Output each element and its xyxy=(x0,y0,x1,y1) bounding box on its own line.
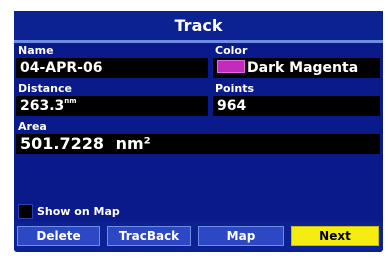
area-label: Area xyxy=(18,120,47,133)
track-dialog: Track Name 04-APR-06 Color Dark Magenta … xyxy=(14,11,383,252)
map-button[interactable]: Map xyxy=(198,226,284,246)
name-field[interactable]: 04-APR-06 xyxy=(16,58,208,78)
area-field[interactable]: 501.7228 nm² xyxy=(16,134,380,154)
delete-button[interactable]: Delete xyxy=(17,226,100,246)
area-unit: nm² xyxy=(115,134,151,153)
next-button-label: Next xyxy=(319,229,351,243)
color-swatch-icon xyxy=(217,60,245,73)
next-button[interactable]: Next xyxy=(291,226,379,246)
name-label: Name xyxy=(18,44,54,57)
points-field: 964 xyxy=(213,96,380,116)
points-label: Points xyxy=(215,82,255,95)
map-button-label: Map xyxy=(226,229,256,243)
show-on-map-label: Show on Map xyxy=(37,205,120,218)
trackback-button-label: TracBack xyxy=(118,229,180,243)
name-value: 04-APR-06 xyxy=(20,60,103,76)
trackback-button[interactable]: TracBack xyxy=(107,226,191,246)
distance-unit: nm xyxy=(64,97,77,105)
points-value: 964 xyxy=(217,98,247,114)
distance-label: Distance xyxy=(18,82,72,95)
color-field[interactable]: Dark Magenta xyxy=(213,58,380,78)
track-info-panel: Name 04-APR-06 Color Dark Magenta Distan… xyxy=(14,43,383,221)
delete-button-label: Delete xyxy=(36,229,81,243)
show-on-map-checkbox[interactable] xyxy=(18,204,33,219)
color-value: Dark Magenta xyxy=(247,60,359,76)
page-title: Track xyxy=(174,16,223,35)
distance-value: 263.3 xyxy=(20,98,65,114)
distance-field: 263.3nm xyxy=(16,96,208,116)
button-bar: Delete TracBack Map Next xyxy=(14,223,383,250)
area-value: 501.7228 xyxy=(20,134,105,153)
color-label: Color xyxy=(215,44,248,57)
title-bar: Track xyxy=(14,11,383,43)
